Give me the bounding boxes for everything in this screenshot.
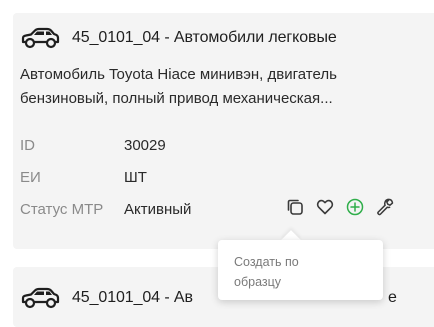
heart-icon	[316, 199, 334, 215]
field-label-status: Статус МТР	[20, 201, 104, 218]
copy-icon	[287, 199, 303, 215]
card-header: 45_0101_04 - Автомобили легковые	[20, 26, 337, 50]
field-label-unit: ЕИ	[20, 169, 41, 186]
card-description: Автомобиль Toyota Hiace минивэн, двигате…	[20, 63, 415, 111]
field-value-id: 30029	[124, 137, 166, 154]
card-title[interactable]: 45_0101_04 - Автомобили легковые	[72, 29, 337, 47]
tooltip-text: образцу	[234, 275, 282, 289]
settings-button[interactable]	[373, 195, 397, 219]
card-actions	[283, 195, 403, 219]
tooltip-text: Создать по	[234, 255, 299, 269]
card-header: 45_0101_04 - Ав	[20, 287, 193, 309]
car-icon	[21, 27, 60, 49]
tooltip: Создать по образцу	[218, 240, 383, 300]
field-value-status: Активный	[124, 201, 192, 218]
favorite-button[interactable]	[313, 195, 337, 219]
description-line: Автомобиль Toyota Hiace минивэн, двигате…	[20, 66, 337, 83]
field-value-unit: ШТ	[124, 169, 147, 186]
wrench-icon	[377, 198, 394, 216]
card-title-tail: е	[388, 289, 397, 306]
card-title[interactable]: 45_0101_04 - Ав	[72, 289, 193, 307]
plus-circle-icon	[346, 198, 364, 216]
copy-button[interactable]	[283, 195, 307, 219]
create-by-template-button[interactable]	[343, 195, 367, 219]
field-label-id: ID	[20, 137, 35, 154]
description-line: бензиновый, полный привод механическая..…	[20, 90, 333, 107]
car-icon	[21, 287, 60, 309]
